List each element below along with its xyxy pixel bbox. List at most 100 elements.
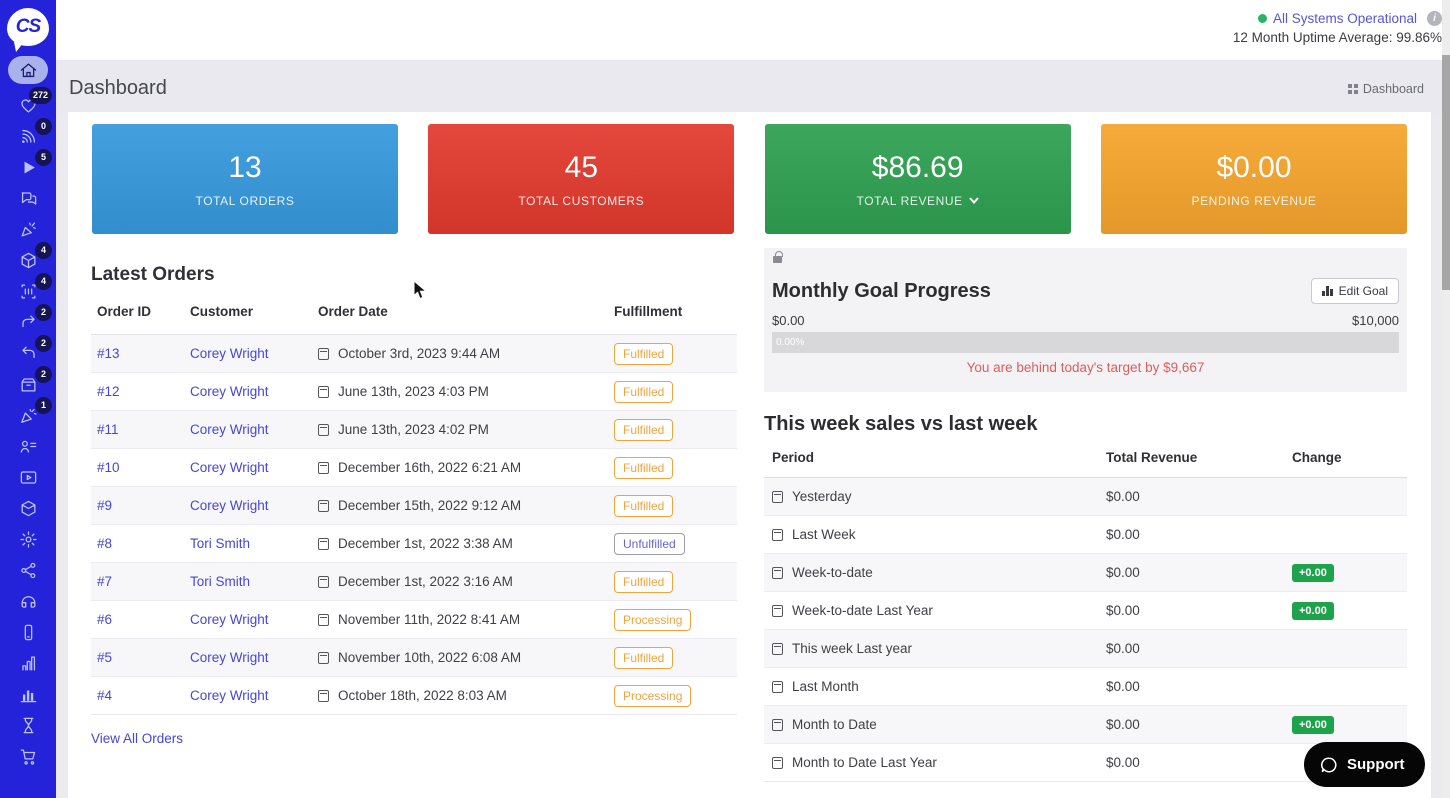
order-id-link[interactable]: #13 xyxy=(97,346,120,361)
announcements-badge: 1 xyxy=(35,397,52,414)
sidebar-item-video-library[interactable] xyxy=(8,467,48,487)
order-id-link[interactable]: #12 xyxy=(97,384,120,399)
sidebar-item-reports[interactable] xyxy=(8,684,48,704)
customer-link[interactable]: Tori Smith xyxy=(190,536,250,551)
customer-link[interactable]: Corey Wright xyxy=(190,384,269,399)
sidebar-item-favorites[interactable]: 272 xyxy=(8,87,52,115)
table-row: This week Last year $0.00 xyxy=(764,630,1407,668)
table-row: Week-to-date Last Year $0.00 +0.00 xyxy=(764,592,1407,630)
customer-link[interactable]: Corey Wright xyxy=(190,498,269,513)
table-row: #8 Tori Smith December 1st, 2022 3:38 AM… xyxy=(91,525,737,563)
order-date: November 10th, 2022 6:08 AM xyxy=(338,650,522,665)
edit-goal-button[interactable]: Edit Goal xyxy=(1311,278,1399,304)
returns-badge: 2 xyxy=(35,335,52,352)
order-date: December 1st, 2022 3:38 AM xyxy=(338,536,513,551)
sidebar-item-customers[interactable] xyxy=(8,436,48,456)
sidebar-item-integrations[interactable] xyxy=(8,560,48,580)
col-customer: Customer xyxy=(190,304,254,319)
fulfillment-badge: Processing xyxy=(614,608,692,631)
revenue-value: $0.00 xyxy=(1106,641,1140,656)
mobile-icon xyxy=(24,624,32,640)
sidebar-item-live-broadcast[interactable]: 0 xyxy=(8,118,52,146)
sidebar-item-mobile[interactable] xyxy=(8,622,48,642)
sidebar-item-announcements[interactable]: 1 xyxy=(8,397,52,425)
table-row: Last Month $0.00 xyxy=(764,668,1407,706)
change-badge: +0.00 xyxy=(1292,715,1334,734)
vertical-scrollbar[interactable] xyxy=(1442,0,1450,798)
order-id-link[interactable]: #9 xyxy=(97,498,112,513)
revenue-value: $0.00 xyxy=(1106,603,1140,618)
order-id-link[interactable]: #10 xyxy=(97,460,120,475)
status-link[interactable]: All Systems Operational xyxy=(1273,11,1417,26)
sidebar-item-messages[interactable] xyxy=(8,188,48,208)
change-badge: +0.00 xyxy=(1292,601,1334,620)
total-orders-card[interactable]: 13 TOTAL ORDERS xyxy=(92,124,398,234)
total-customers-card[interactable]: 45 TOTAL CUSTOMERS xyxy=(428,124,735,234)
total-orders-value: 13 xyxy=(228,150,262,184)
view-all-orders-link[interactable]: View All Orders xyxy=(91,731,183,746)
sidebar-item-returns[interactable]: 2 xyxy=(8,335,52,363)
support-button[interactable]: Support xyxy=(1304,742,1425,787)
customer-link[interactable]: Tori Smith xyxy=(190,574,250,589)
topbar: All Systems Operational i 12 Month Uptim… xyxy=(56,0,1450,60)
sidebar-nav: 272 0 5 4 4 2 2 2 1 xyxy=(0,56,56,766)
sidebar-item-settings[interactable] xyxy=(8,529,48,549)
pending-revenue-value: $0.00 xyxy=(1216,150,1292,184)
bar-chart-icon xyxy=(21,656,35,670)
col-total-revenue: Total Revenue xyxy=(1106,450,1198,465)
customer-link[interactable]: Corey Wright xyxy=(190,650,269,665)
scrollbar-thumb[interactable] xyxy=(1442,55,1450,290)
bar-chart-filled-icon xyxy=(20,690,36,702)
order-id-link[interactable]: #5 xyxy=(97,650,112,665)
orders-forward-badge: 2 xyxy=(35,304,52,321)
sidebar-item-promotions[interactable] xyxy=(8,219,48,239)
order-date: October 3rd, 2023 9:44 AM xyxy=(338,346,501,361)
customer-link[interactable]: Corey Wright xyxy=(190,460,269,475)
period-label: Week-to-date Last Year xyxy=(792,603,933,618)
calendar-icon xyxy=(772,718,783,731)
calendar-icon xyxy=(772,756,783,769)
order-id-link[interactable]: #11 xyxy=(97,422,119,437)
sidebar-item-media-play[interactable]: 5 xyxy=(8,149,52,177)
pending-revenue-label: PENDING REVENUE xyxy=(1191,193,1317,208)
sidebar-item-inventory-scan[interactable]: 4 xyxy=(8,273,52,301)
app-logo[interactable]: CS xyxy=(7,8,49,46)
latest-orders-title: Latest Orders xyxy=(91,264,215,285)
order-id-link[interactable]: #8 xyxy=(97,536,112,551)
breadcrumb[interactable]: Dashboard xyxy=(1348,82,1424,96)
sidebar-item-history[interactable] xyxy=(8,715,48,735)
sidebar-item-analytics[interactable] xyxy=(8,653,48,673)
chevron-down-icon[interactable] xyxy=(969,197,979,204)
total-revenue-value: $86.69 xyxy=(871,150,964,184)
sidebar-item-archive-box[interactable]: 2 xyxy=(8,366,52,394)
sidebar-item-packages[interactable] xyxy=(8,498,48,518)
total-customers-value: 45 xyxy=(564,150,599,184)
sidebar-item-products[interactable]: 4 xyxy=(8,242,52,270)
weekly-sales-header-row: Period Total Revenue Change xyxy=(764,438,1407,478)
cart-icon xyxy=(20,749,35,765)
calendar-icon xyxy=(772,642,783,655)
order-id-link[interactable]: #6 xyxy=(97,612,112,627)
sidebar: CS 272 0 5 4 4 2 2 2 1 xyxy=(0,0,56,798)
calendar-icon xyxy=(318,499,329,512)
table-row: #13 Corey Wright October 3rd, 2023 9:44 … xyxy=(91,335,737,373)
sidebar-item-support-headset[interactable] xyxy=(8,591,48,611)
sidebar-item-cart[interactable] xyxy=(8,746,48,766)
latest-orders-header-row: Order ID Customer Order Date Fulfillment xyxy=(91,289,737,335)
customer-link[interactable]: Corey Wright xyxy=(190,422,269,437)
sidebar-item-orders-forward[interactable]: 2 xyxy=(8,304,52,332)
sidebar-item-dashboard-home[interactable] xyxy=(8,56,48,84)
customer-link[interactable]: Corey Wright xyxy=(190,612,269,627)
archive-badge: 2 xyxy=(35,366,52,383)
order-id-link[interactable]: #7 xyxy=(97,574,112,589)
order-id-link[interactable]: #4 xyxy=(97,688,112,703)
info-icon[interactable]: i xyxy=(1427,11,1442,26)
total-revenue-card[interactable]: $86.69 TOTAL REVENUE xyxy=(764,124,1071,234)
order-date: November 11th, 2022 8:41 AM xyxy=(338,612,521,627)
order-date: December 15th, 2022 9:12 AM xyxy=(338,498,522,513)
customer-link[interactable]: Corey Wright xyxy=(190,346,269,361)
pending-revenue-card[interactable]: $0.00 PENDING REVENUE xyxy=(1100,124,1407,234)
system-status: All Systems Operational i 12 Month Uptim… xyxy=(1233,11,1442,45)
customer-link[interactable]: Corey Wright xyxy=(190,688,269,703)
table-row: #5 Corey Wright November 10th, 2022 6:08… xyxy=(91,639,737,677)
